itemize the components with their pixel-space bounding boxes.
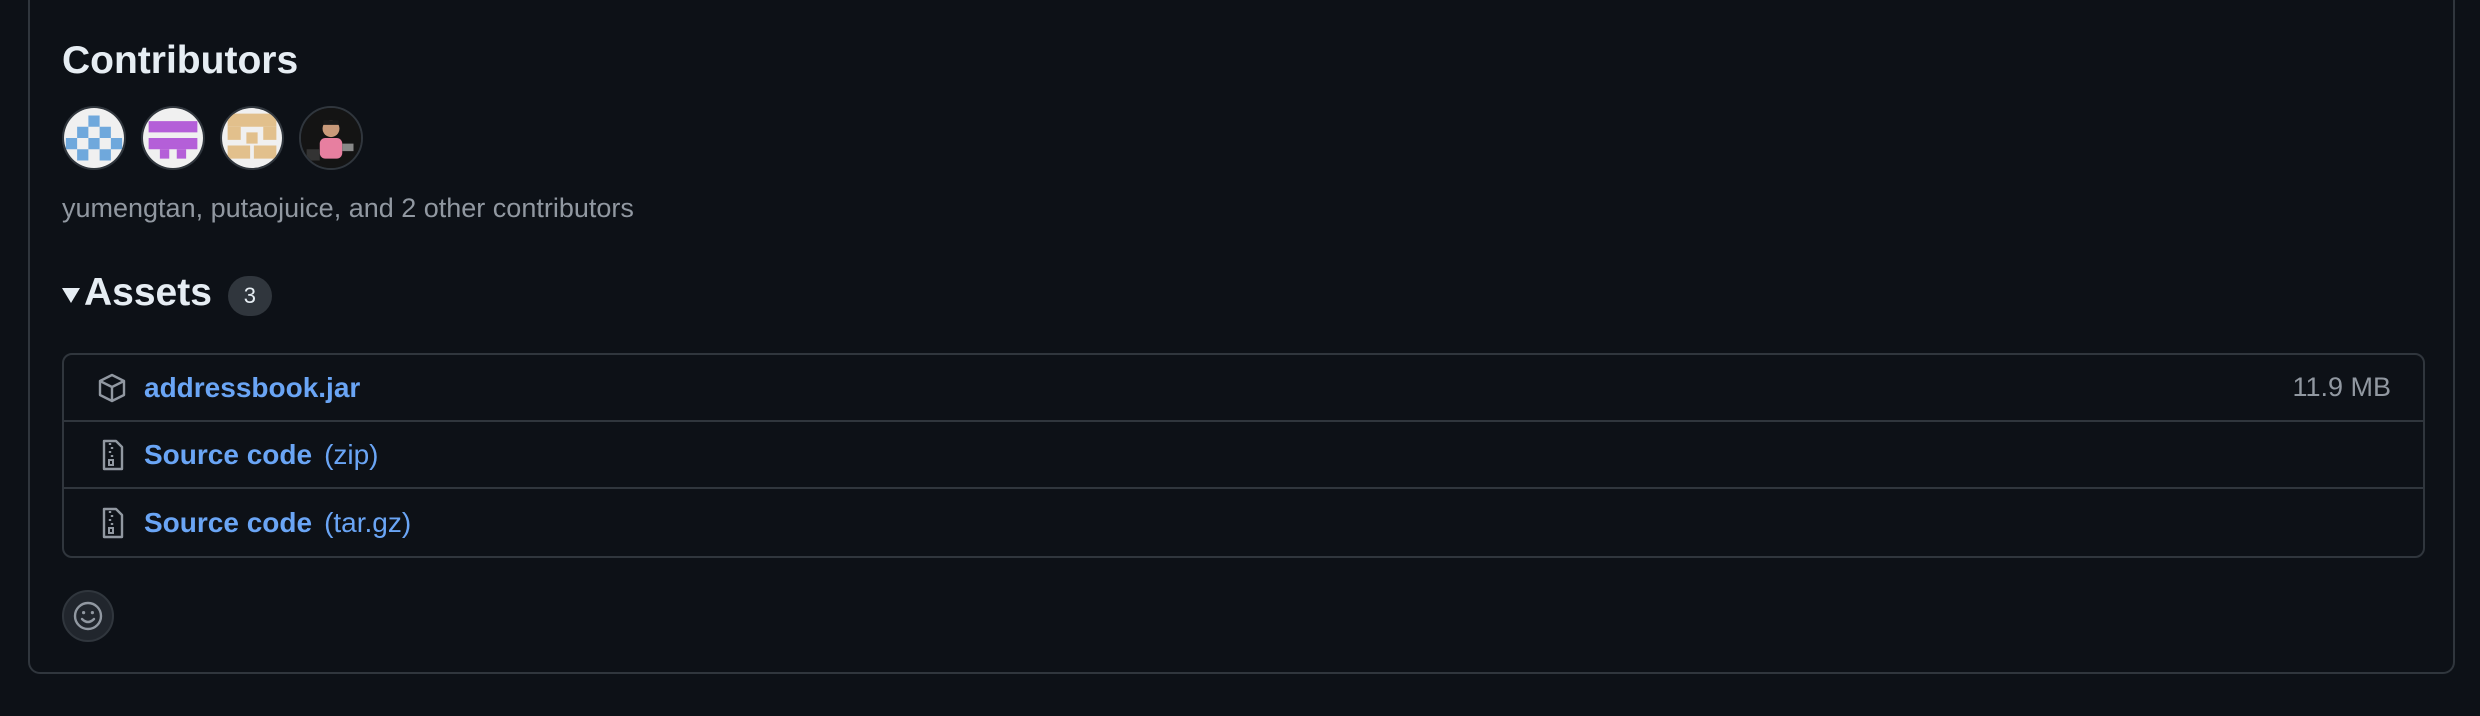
avatar[interactable] [141, 106, 205, 170]
asset-suffix: (tar.gz) [324, 506, 412, 538]
triangle-down-icon [62, 287, 80, 303]
list-item: Source code (zip) [64, 422, 2423, 489]
assets-toggle[interactable]: Assets 3 [62, 268, 272, 318]
contributors-summary: yumengtan, putaojuice, and 2 other contr… [62, 193, 634, 223]
asset-link-jar[interactable]: addressbook.jar [144, 372, 360, 404]
contributors-heading: Contributors [62, 39, 299, 82]
assets-list: addressbook.jar 11.9 MB Source code (zip)… [62, 353, 2425, 558]
avatar[interactable] [62, 106, 126, 170]
file-zip-icon [102, 439, 124, 470]
list-item: Source code (tar.gz) [64, 489, 2423, 556]
avatar[interactable] [299, 106, 363, 170]
asset-name-text: Source code [144, 438, 313, 470]
package-icon [98, 373, 126, 402]
asset-link-zip[interactable]: Source code (zip) [144, 439, 379, 471]
list-item: addressbook.jar 11.9 MB [64, 355, 2423, 422]
asset-name-text: addressbook.jar [144, 371, 361, 403]
asset-link-targz[interactable]: Source code (tar.gz) [144, 507, 411, 539]
assets-count-badge: 3 [227, 276, 272, 316]
contributor-avatars [62, 106, 363, 170]
asset-size: 11.9 MB [2292, 372, 2391, 402]
file-zip-icon [102, 507, 124, 538]
release-card [28, 0, 2455, 674]
assets-heading: Assets [84, 271, 212, 314]
add-reaction-button[interactable] [62, 590, 114, 642]
asset-name-text: Source code [144, 506, 313, 538]
smiley-icon [73, 601, 103, 631]
asset-suffix: (zip) [324, 438, 379, 470]
avatar[interactable] [220, 106, 284, 170]
